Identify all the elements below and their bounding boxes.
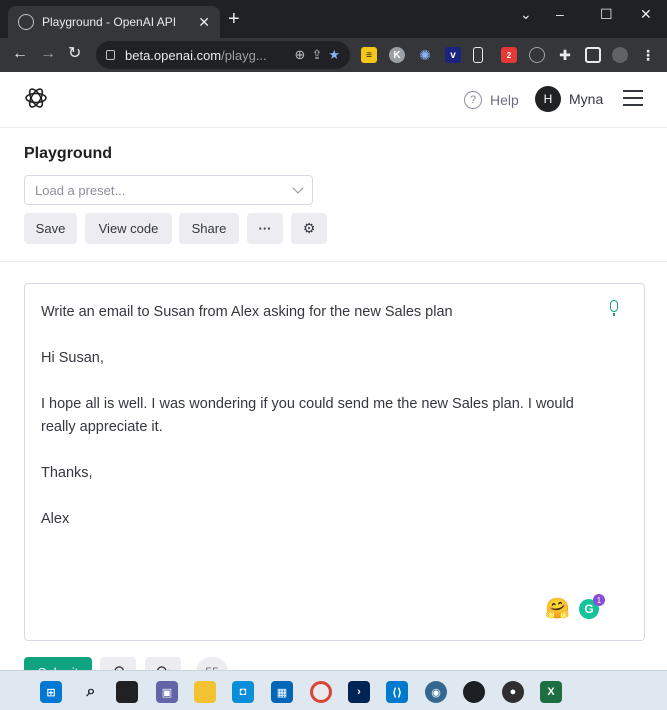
minimize-button[interactable]: ‒ (556, 6, 564, 22)
share-page-icon[interactable]: ⇪ (311, 47, 322, 63)
settings-gear-icon[interactable]: ⚙ (291, 213, 327, 244)
teams-chat-icon[interactable]: ▣ (156, 681, 178, 703)
new-tab-button[interactable]: + (228, 9, 240, 29)
app-header: ? Help H Myna (0, 72, 667, 128)
chevron-down-icon (292, 182, 304, 194)
back-arrow-icon[interactable]: ← (12, 44, 28, 64)
openai-logo-icon[interactable] (24, 86, 48, 110)
extensions-puzzle-icon[interactable]: ✚ (557, 47, 573, 63)
extension-blocked-icon[interactable] (529, 47, 545, 63)
preset-placeholder: Load a preset... (35, 182, 126, 198)
page-title: Playground (24, 145, 113, 162)
extension-v-icon[interactable]: v (445, 47, 461, 63)
view-code-button[interactable]: View code (85, 213, 172, 244)
browser-tab-strip: Playground - OpenAI API ✕ + ⌄ ‒ ☐ ✕ (0, 0, 667, 38)
widget-app-icon[interactable]: ◘ (232, 681, 254, 703)
reload-icon[interactable]: ↻ (68, 44, 81, 64)
divider (0, 261, 667, 262)
completion-signature: Alex (41, 511, 70, 527)
microsoft-store-icon[interactable]: ▦ (271, 681, 293, 703)
extension-badge-icon[interactable]: 2 (501, 47, 517, 63)
more-options-button[interactable]: ··· (247, 213, 283, 244)
browser-toolbar: ← → ↻ beta.openai.com/playg... ⊕ ⇪ ★ ≡ K… (0, 38, 667, 72)
openai-favicon-icon (18, 14, 34, 30)
hugging-face-emoji-icon[interactable]: 🤗 (545, 598, 570, 620)
prompt-text[interactable]: Write an email to Susan from Alex asking… (41, 301, 601, 554)
browser-tab[interactable]: Playground - OpenAI API ✕ (8, 6, 220, 38)
prompt-line: Write an email to Susan from Alex asking… (41, 304, 453, 320)
profile-avatar-icon[interactable] (612, 47, 628, 63)
app-round-icon[interactable] (463, 681, 485, 703)
extension-k-icon[interactable]: K (389, 47, 405, 63)
obs-icon[interactable]: ● (502, 681, 524, 703)
tab-close-icon[interactable]: ✕ (198, 14, 210, 31)
maximize-button[interactable]: ☐ (600, 6, 613, 23)
tab-title: Playground - OpenAI API (42, 15, 177, 29)
search-icon[interactable]: ⌕ (80, 681, 102, 703)
browser-menu-icon[interactable]: ⋮ (640, 47, 656, 63)
microphone-icon[interactable] (610, 300, 618, 312)
avatar[interactable]: H (535, 86, 561, 112)
zoom-icon[interactable]: ⊕ (295, 47, 306, 63)
bookmark-star-icon[interactable]: ★ (328, 47, 340, 63)
save-button[interactable]: Save (24, 213, 77, 244)
help-link[interactable]: ? Help (464, 91, 519, 109)
task-view-icon[interactable] (116, 681, 138, 703)
share-button[interactable]: Share (179, 213, 239, 244)
prompt-editor[interactable]: Write an email to Susan from Alex asking… (24, 283, 645, 641)
tab-search-icon[interactable]: ⌄ (520, 6, 532, 23)
powershell-icon[interactable]: › (348, 681, 370, 703)
lock-icon (106, 50, 115, 60)
address-bar[interactable]: beta.openai.com/playg... ⊕ ⇪ ★ (96, 41, 350, 69)
hamburger-menu-icon[interactable] (623, 90, 643, 111)
postgres-icon[interactable]: ◉ (425, 681, 447, 703)
help-label: Help (490, 92, 519, 108)
file-explorer-icon[interactable] (194, 681, 216, 703)
excel-icon[interactable]: X (540, 681, 562, 703)
close-window-button[interactable]: ✕ (640, 6, 652, 23)
chrome-icon[interactable] (310, 681, 332, 703)
completion-signoff: Thanks, (41, 465, 93, 481)
completion-greeting: Hi Susan, (41, 350, 104, 366)
preset-select[interactable]: Load a preset... (24, 175, 313, 205)
help-circle-icon: ? (464, 91, 482, 109)
extension-gear-flower-icon[interactable]: ✺ (417, 47, 433, 63)
forward-arrow-icon[interactable]: → (40, 44, 56, 64)
grammarly-badge: 1 (593, 594, 605, 606)
vscode-icon[interactable]: ⟨⟩ (386, 681, 408, 703)
completion-body: I hope all is well. I was wondering if y… (41, 396, 574, 435)
url-text: beta.openai.com/playg... (125, 47, 267, 63)
sidebar-panel-icon[interactable] (585, 47, 601, 63)
username[interactable]: Myna (569, 91, 603, 107)
extension-notes-icon[interactable]: ≡ (361, 47, 377, 63)
windows-start-icon[interactable]: ⊞ (40, 681, 62, 703)
extension-phone-icon[interactable] (473, 47, 483, 63)
windows-taskbar: ⊞ ⌕ ▣ ◘ ▦ › ⟨⟩ ◉ ● X (0, 670, 667, 710)
